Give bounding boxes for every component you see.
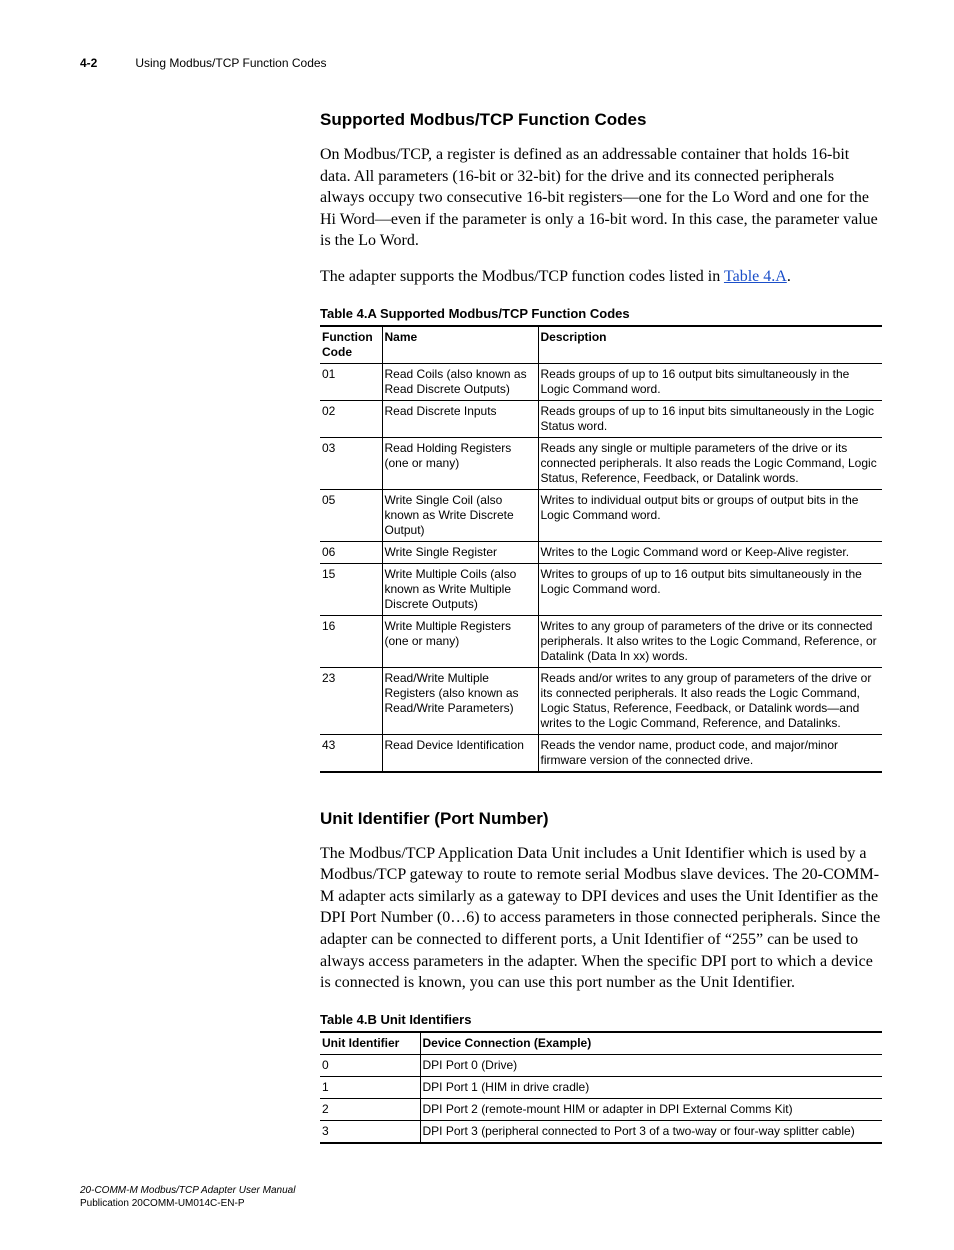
- page-number: 4-2: [80, 56, 97, 70]
- cell-device-connection: DPI Port 0 (Drive): [420, 1054, 882, 1076]
- cell-unit-identifier: 3: [320, 1120, 420, 1143]
- cell-function-code: 06: [320, 541, 382, 563]
- cell-unit-identifier: 1: [320, 1076, 420, 1098]
- table-header-row: Unit Identifier Device Connection (Examp…: [320, 1032, 882, 1055]
- cell-name: Read Coils (also known as Read Discrete …: [382, 363, 538, 400]
- table-row: 16Write Multiple Registers (one or many)…: [320, 615, 882, 667]
- cell-name: Write Single Register: [382, 541, 538, 563]
- page-header: 4-2 Using Modbus/TCP Function Codes: [80, 56, 882, 70]
- cell-name: Read Discrete Inputs: [382, 400, 538, 437]
- page-footer: 20-COMM-M Modbus/TCP Adapter User Manual…: [80, 1184, 882, 1210]
- section1-paragraph-1: On Modbus/TCP, a register is defined as …: [320, 144, 882, 252]
- footer-publication-id: Publication 20COMM-UM014C-EN-P: [80, 1197, 882, 1210]
- table-4a: Function Code Name Description 01Read Co…: [320, 325, 882, 773]
- table-header-row: Function Code Name Description: [320, 326, 882, 364]
- cell-description: Reads groups of up to 16 output bits sim…: [538, 363, 882, 400]
- cell-device-connection: DPI Port 2 (remote-mount HIM or adapter …: [420, 1098, 882, 1120]
- cell-function-code: 05: [320, 489, 382, 541]
- cell-function-code: 16: [320, 615, 382, 667]
- cell-name: Read Device Identification: [382, 734, 538, 772]
- table-row: 15Write Multiple Coils (also known as Wr…: [320, 563, 882, 615]
- section1-paragraph-2: The adapter supports the Modbus/TCP func…: [320, 266, 882, 288]
- cell-name: Write Multiple Registers (one or many): [382, 615, 538, 667]
- table-row: 3DPI Port 3 (peripheral connected to Por…: [320, 1120, 882, 1143]
- table-row: 03Read Holding Registers (one or many)Re…: [320, 437, 882, 489]
- table-row: 2DPI Port 2 (remote-mount HIM or adapter…: [320, 1098, 882, 1120]
- th-function-code: Function Code: [320, 326, 382, 364]
- section-heading-unit-identifier: Unit Identifier (Port Number): [320, 809, 882, 829]
- table-row: 23Read/Write Multiple Registers (also kn…: [320, 667, 882, 734]
- cell-unit-identifier: 0: [320, 1054, 420, 1076]
- table-row: 06Write Single RegisterWrites to the Log…: [320, 541, 882, 563]
- table-4a-link[interactable]: Table 4.A: [724, 268, 787, 285]
- chapter-title: Using Modbus/TCP Function Codes: [135, 56, 326, 70]
- table-4a-caption: Table 4.A Supported Modbus/TCP Function …: [320, 306, 882, 321]
- table-row: 02Read Discrete InputsReads groups of up…: [320, 400, 882, 437]
- cell-function-code: 15: [320, 563, 382, 615]
- cell-description: Writes to groups of up to 16 output bits…: [538, 563, 882, 615]
- cell-description: Reads the vendor name, product code, and…: [538, 734, 882, 772]
- section1-p2-text-a: The adapter supports the Modbus/TCP func…: [320, 268, 724, 285]
- cell-function-code: 01: [320, 363, 382, 400]
- cell-description: Writes to individual output bits or grou…: [538, 489, 882, 541]
- cell-unit-identifier: 2: [320, 1098, 420, 1120]
- th-unit-identifier: Unit Identifier: [320, 1032, 420, 1055]
- table-4b: Unit Identifier Device Connection (Examp…: [320, 1031, 882, 1144]
- cell-function-code: 23: [320, 667, 382, 734]
- cell-function-code: 43: [320, 734, 382, 772]
- cell-device-connection: DPI Port 1 (HIM in drive cradle): [420, 1076, 882, 1098]
- cell-description: Reads any single or multiple parameters …: [538, 437, 882, 489]
- th-name: Name: [382, 326, 538, 364]
- table-row: 43Read Device IdentificationReads the ve…: [320, 734, 882, 772]
- section1-p2-text-b: .: [787, 268, 791, 285]
- table-row: 1DPI Port 1 (HIM in drive cradle): [320, 1076, 882, 1098]
- table-4b-caption: Table 4.B Unit Identifiers: [320, 1012, 882, 1027]
- cell-name: Read/Write Multiple Registers (also know…: [382, 667, 538, 734]
- footer-manual-title: 20-COMM-M Modbus/TCP Adapter User Manual: [80, 1184, 882, 1197]
- section2-paragraph-1: The Modbus/TCP Application Data Unit inc…: [320, 843, 882, 994]
- section-heading-supported-codes: Supported Modbus/TCP Function Codes: [320, 110, 882, 130]
- cell-description: Reads groups of up to 16 input bits simu…: [538, 400, 882, 437]
- cell-function-code: 02: [320, 400, 382, 437]
- th-description: Description: [538, 326, 882, 364]
- table-row: 01Read Coils (also known as Read Discret…: [320, 363, 882, 400]
- cell-description: Writes to any group of parameters of the…: [538, 615, 882, 667]
- table-row: 05Write Single Coil (also known as Write…: [320, 489, 882, 541]
- th-device-connection: Device Connection (Example): [420, 1032, 882, 1055]
- cell-name: Write Multiple Coils (also known as Writ…: [382, 563, 538, 615]
- cell-description: Reads and/or writes to any group of para…: [538, 667, 882, 734]
- cell-function-code: 03: [320, 437, 382, 489]
- cell-description: Writes to the Logic Command word or Keep…: [538, 541, 882, 563]
- cell-device-connection: DPI Port 3 (peripheral connected to Port…: [420, 1120, 882, 1143]
- table-row: 0DPI Port 0 (Drive): [320, 1054, 882, 1076]
- cell-name: Write Single Coil (also known as Write D…: [382, 489, 538, 541]
- cell-name: Read Holding Registers (one or many): [382, 437, 538, 489]
